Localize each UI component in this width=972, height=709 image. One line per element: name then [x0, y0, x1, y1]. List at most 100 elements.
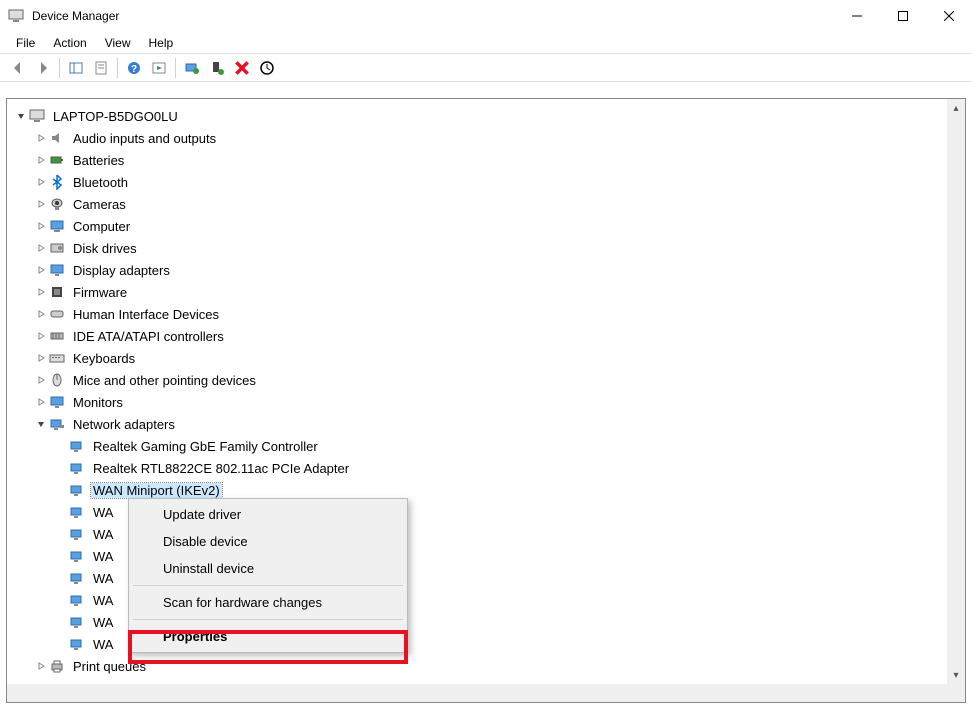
forward-button[interactable] [31, 56, 55, 80]
expand-toggle[interactable] [55, 638, 67, 650]
keyboard-icon [49, 350, 65, 366]
tree-root[interactable]: LAPTOP-B5DGO0LU [7, 105, 947, 127]
properties-button[interactable] [89, 56, 113, 80]
tree-item-label: Firmware [71, 285, 129, 300]
tree-item-label: WA [91, 527, 115, 542]
tree-item-label: Monitors [71, 395, 125, 410]
tree-item-label: Realtek RTL8822CE 802.11ac PCIe Adapter [91, 461, 351, 476]
expand-toggle[interactable] [35, 308, 47, 320]
scrollbar-corner [947, 684, 965, 702]
tree-item-label: Network adapters [71, 417, 177, 432]
adapter-icon [69, 504, 85, 520]
close-button[interactable] [926, 0, 972, 32]
context-menu-separator [133, 585, 403, 586]
expand-toggle[interactable] [35, 286, 47, 298]
tree-item-label: Keyboards [71, 351, 137, 366]
window-controls [834, 0, 972, 32]
expand-toggle[interactable] [55, 440, 67, 452]
expand-toggle[interactable] [35, 242, 47, 254]
tree-category[interactable]: Batteries [7, 149, 947, 171]
tree-category[interactable]: Bluetooth [7, 171, 947, 193]
tree-item-label: WA [91, 593, 115, 608]
cm-uninstall-device[interactable]: Uninstall device [131, 555, 405, 582]
tree-category[interactable]: Monitors [7, 391, 947, 413]
expand-toggle[interactable] [35, 264, 47, 276]
app-icon [8, 8, 24, 24]
tree-category[interactable]: Firmware [7, 281, 947, 303]
expand-toggle[interactable] [35, 418, 47, 430]
tree-category[interactable]: Human Interface Devices [7, 303, 947, 325]
tree-device[interactable]: Realtek RTL8822CE 802.11ac PCIe Adapter [7, 457, 947, 479]
tree-category[interactable]: Computer [7, 215, 947, 237]
menu-view[interactable]: View [97, 34, 139, 52]
disable-button[interactable] [230, 56, 254, 80]
camera-icon [49, 196, 65, 212]
disk-icon [49, 240, 65, 256]
expand-toggle[interactable] [55, 528, 67, 540]
adapter-icon [69, 460, 85, 476]
horizontal-scrollbar[interactable] [7, 684, 947, 702]
cm-properties[interactable]: Properties [131, 623, 405, 650]
expand-toggle[interactable] [55, 616, 67, 628]
display-icon [49, 262, 65, 278]
minimize-button[interactable] [834, 0, 880, 32]
back-button[interactable] [6, 56, 30, 80]
action-button[interactable] [147, 56, 171, 80]
expand-toggle[interactable] [55, 484, 67, 496]
expand-toggle[interactable] [35, 660, 47, 672]
speaker-icon [49, 130, 65, 146]
tree-category[interactable]: Keyboards [7, 347, 947, 369]
expand-toggle[interactable] [55, 550, 67, 562]
tree-category[interactable]: IDE ATA/ATAPI controllers [7, 325, 947, 347]
expand-toggle[interactable] [55, 572, 67, 584]
expand-toggle[interactable] [15, 110, 27, 122]
scroll-up-button[interactable]: ▴ [947, 99, 965, 117]
tree-category-network[interactable]: Network adapters [7, 413, 947, 435]
expand-toggle[interactable] [35, 198, 47, 210]
show-hide-tree-button[interactable] [64, 56, 88, 80]
uninstall-button[interactable] [205, 56, 229, 80]
expand-toggle[interactable] [55, 594, 67, 606]
tree-item-label: LAPTOP-B5DGO0LU [51, 109, 180, 124]
tree-category[interactable]: Display adapters [7, 259, 947, 281]
vertical-scrollbar[interactable]: ▴ ▾ [947, 99, 965, 684]
menubar: File Action View Help [0, 32, 972, 54]
expand-toggle[interactable] [35, 220, 47, 232]
tree-category[interactable]: Mice and other pointing devices [7, 369, 947, 391]
menu-action[interactable]: Action [45, 34, 94, 52]
tree-item-label: Audio inputs and outputs [71, 131, 218, 146]
tree-category[interactable]: Audio inputs and outputs [7, 127, 947, 149]
expand-toggle[interactable] [35, 330, 47, 342]
cm-update-driver[interactable]: Update driver [131, 501, 405, 528]
menu-file[interactable]: File [8, 34, 43, 52]
expand-toggle[interactable] [35, 352, 47, 364]
toolbar: ? [0, 54, 972, 82]
tree-device[interactable]: Realtek Gaming GbE Family Controller [7, 435, 947, 457]
tree-category[interactable]: Print queues [7, 655, 947, 677]
expand-toggle[interactable] [35, 396, 47, 408]
scan-hardware-button[interactable] [255, 56, 279, 80]
toolbar-separator [175, 58, 176, 78]
scroll-down-button[interactable]: ▾ [947, 666, 965, 684]
update-driver-button[interactable] [180, 56, 204, 80]
expand-toggle[interactable] [35, 154, 47, 166]
firmware-icon [49, 284, 65, 300]
window-title: Device Manager [32, 9, 834, 23]
tree-item-label: IDE ATA/ATAPI controllers [71, 329, 226, 344]
tree-category[interactable]: Cameras [7, 193, 947, 215]
expand-toggle[interactable] [35, 176, 47, 188]
tree-item-label: Batteries [71, 153, 126, 168]
maximize-button[interactable] [880, 0, 926, 32]
tree-item-label: WAN Miniport (IKEv2) [91, 483, 222, 498]
tree-category[interactable]: Disk drives [7, 237, 947, 259]
expand-toggle[interactable] [35, 374, 47, 386]
cm-disable-device[interactable]: Disable device [131, 528, 405, 555]
cm-scan-hardware[interactable]: Scan for hardware changes [131, 589, 405, 616]
tree-item-label: WA [91, 505, 115, 520]
menu-help[interactable]: Help [141, 34, 182, 52]
expand-toggle[interactable] [35, 132, 47, 144]
help-button[interactable]: ? [122, 56, 146, 80]
tree-item-label: Print queues [71, 659, 148, 674]
expand-toggle[interactable] [55, 506, 67, 518]
expand-toggle[interactable] [55, 462, 67, 474]
